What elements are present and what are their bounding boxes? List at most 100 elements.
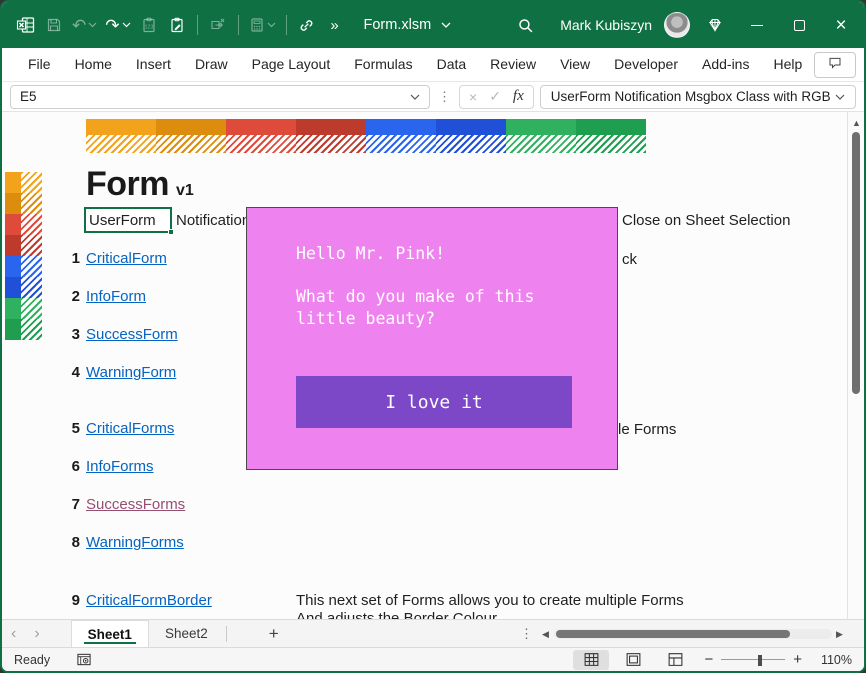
user-avatar[interactable] bbox=[664, 12, 690, 38]
sheet-tab-sheet2[interactable]: Sheet2 bbox=[149, 620, 224, 647]
vertical-scrollbar-thumb[interactable] bbox=[852, 132, 860, 394]
close-on-sheet-text: Close on Sheet Selection bbox=[622, 212, 790, 229]
macro-record-icon[interactable] bbox=[76, 652, 92, 667]
title-text: Form bbox=[86, 165, 169, 203]
hyperlink-warningforms[interactable]: WarningForms bbox=[86, 534, 184, 551]
zoom-in-button[interactable]: + bbox=[785, 651, 810, 668]
row-number: 9 bbox=[62, 592, 80, 609]
minimize-button[interactable] bbox=[740, 9, 774, 41]
hyperlink-criticalform[interactable]: CriticalForm bbox=[86, 250, 167, 267]
dialog-greeting: Hello Mr. Pink! bbox=[296, 244, 445, 263]
comments-button[interactable] bbox=[814, 52, 856, 78]
tab-view[interactable]: View bbox=[548, 48, 602, 81]
tab-page-layout[interactable]: Page Layout bbox=[240, 48, 343, 81]
tab-formulas[interactable]: Formulas bbox=[342, 48, 424, 81]
banner-stripe-segment bbox=[21, 256, 42, 277]
sheet-tab-bar: ‹ › Sheet1Sheet2 + ⋮ ◀ ▶ bbox=[2, 619, 864, 647]
tab-review[interactable]: Review bbox=[478, 48, 548, 81]
fill-handle[interactable] bbox=[168, 229, 174, 235]
click-text-fragment: ck bbox=[622, 251, 637, 268]
horizontal-scrollbar[interactable] bbox=[554, 629, 832, 639]
enter-icon[interactable]: ✓ bbox=[489, 88, 501, 105]
zoom-slider-thumb[interactable] bbox=[758, 655, 762, 666]
calculator-icon[interactable] bbox=[246, 10, 279, 40]
hyperlink-criticalformborder[interactable]: CriticalFormBorder bbox=[86, 592, 212, 609]
link-icon[interactable] bbox=[294, 10, 320, 40]
next-sheet-icon[interactable]: › bbox=[25, 625, 48, 643]
hyperlink-successforms[interactable]: SuccessForms bbox=[86, 496, 185, 513]
tab-add-ins[interactable]: Add-ins bbox=[690, 48, 761, 81]
horizontal-scrollbar-thumb[interactable] bbox=[556, 630, 790, 638]
banner-stripe-segment bbox=[21, 214, 42, 235]
tab-file[interactable]: File bbox=[16, 48, 63, 81]
formula-bar-handle[interactable]: ⋮ bbox=[436, 89, 453, 105]
zoom-level[interactable]: 110% bbox=[810, 653, 852, 667]
banner-solid-segment bbox=[5, 193, 21, 214]
banner-stripe-segment bbox=[296, 135, 366, 153]
hyperlink-warningform[interactable]: WarningForm bbox=[86, 364, 176, 381]
paste-special-icon[interactable] bbox=[164, 10, 190, 40]
worksheet[interactable]: Formv1 UserForm Notification Msgbox Clas… bbox=[2, 112, 864, 619]
status-bar: Ready − + 110% bbox=[2, 647, 864, 671]
minimize-icon bbox=[751, 25, 763, 26]
banner-solid-segment bbox=[86, 119, 156, 135]
hyperlink-infoform[interactable]: InfoForm bbox=[86, 288, 146, 305]
tab-help[interactable]: Help bbox=[761, 48, 814, 81]
cancel-icon[interactable]: × bbox=[469, 89, 477, 105]
user-name[interactable]: Mark Kubiszyn bbox=[560, 17, 652, 33]
status-ready: Ready bbox=[14, 653, 50, 667]
hyperlink-successform[interactable]: SuccessForm bbox=[86, 326, 178, 343]
toolbar-separator bbox=[197, 15, 198, 35]
vertical-scrollbar[interactable]: ▲ bbox=[847, 112, 864, 619]
scroll-up-icon[interactable]: ▲ bbox=[852, 118, 861, 128]
tab-data[interactable]: Data bbox=[425, 48, 479, 81]
banner-stripe-segment bbox=[436, 135, 506, 153]
excel-window: ↶↷ 123 » Form.xlsm Mark Kubiszyn × FileHom… bbox=[0, 0, 866, 673]
formula-input[interactable]: UserForm Notification Msgbox Class with … bbox=[540, 85, 856, 109]
selected-cell[interactable]: UserForm bbox=[84, 207, 172, 233]
new-sheet-button[interactable]: + bbox=[255, 624, 293, 644]
scroll-left-icon[interactable]: ◀ bbox=[542, 629, 549, 640]
previous-sheet-icon[interactable]: ‹ bbox=[2, 625, 25, 643]
hyperlink-infoforms[interactable]: InfoForms bbox=[86, 458, 154, 475]
left-color-banner bbox=[5, 172, 42, 340]
quick-access-toolbar: ↶↷ 123 » bbox=[12, 10, 348, 40]
delete-cells-icon[interactable] bbox=[205, 10, 231, 40]
tabbar-resize-handle[interactable]: ⋮ bbox=[520, 626, 533, 642]
more-commands-icon[interactable]: » bbox=[322, 10, 348, 40]
normal-view-button[interactable] bbox=[573, 650, 609, 670]
banner-stripe-segment bbox=[21, 319, 42, 340]
page-break-icon bbox=[667, 651, 684, 668]
paste-values-icon[interactable]: 123 bbox=[136, 10, 162, 40]
tab-home[interactable]: Home bbox=[63, 48, 124, 81]
formula-controls: × ✓ fx bbox=[459, 85, 534, 109]
diamond-icon[interactable] bbox=[698, 9, 732, 41]
insert-function-icon[interactable]: fx bbox=[513, 88, 524, 105]
banner-solid-segment bbox=[5, 235, 21, 256]
maximize-button[interactable] bbox=[782, 9, 816, 41]
sheet-tab-sheet1[interactable]: Sheet1 bbox=[71, 620, 149, 647]
tab-draw[interactable]: Draw bbox=[183, 48, 240, 81]
redo-icon[interactable]: ↷ bbox=[102, 10, 133, 40]
tab-insert[interactable]: Insert bbox=[124, 48, 183, 81]
toolbar-separator bbox=[238, 15, 239, 35]
document-title-dropdown[interactable]: Form.xlsm bbox=[364, 17, 452, 33]
title-version: v1 bbox=[176, 182, 194, 199]
name-box[interactable]: E5 bbox=[10, 85, 430, 109]
banner-solid-segment bbox=[366, 119, 436, 135]
comment-icon bbox=[827, 55, 843, 75]
zoom-out-button[interactable]: − bbox=[696, 651, 721, 668]
i-love-it-button[interactable]: I love it bbox=[296, 376, 572, 428]
zoom-slider[interactable] bbox=[721, 654, 785, 666]
hyperlink-criticalforms[interactable]: CriticalForms bbox=[86, 420, 174, 437]
page-layout-view-button[interactable] bbox=[615, 650, 651, 670]
page-break-preview-button[interactable] bbox=[657, 650, 693, 670]
banner-stripe-segment bbox=[576, 135, 646, 153]
search-icon[interactable] bbox=[508, 9, 542, 41]
save-icon[interactable] bbox=[41, 10, 67, 40]
tab-developer[interactable]: Developer bbox=[602, 48, 690, 81]
svg-text:123: 123 bbox=[144, 25, 153, 31]
scroll-right-icon[interactable]: ▶ bbox=[836, 629, 843, 640]
close-button[interactable]: × bbox=[824, 9, 858, 41]
undo-icon[interactable]: ↶ bbox=[69, 10, 100, 40]
